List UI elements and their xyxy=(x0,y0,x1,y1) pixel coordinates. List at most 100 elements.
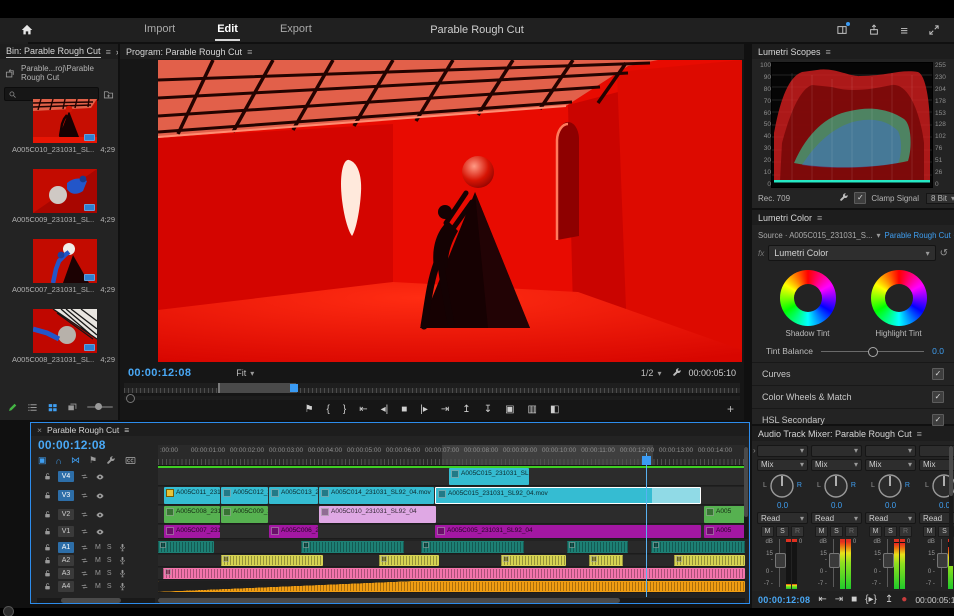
tint-balance-value[interactable]: 0.0 xyxy=(932,346,944,356)
edit-in-place-icon[interactable] xyxy=(7,402,18,413)
panel-overflow-icon[interactable]: » xyxy=(116,47,118,57)
voiceover-record-icon[interactable] xyxy=(118,543,127,552)
lock-icon[interactable] xyxy=(43,510,52,519)
source-patch-a2[interactable]: A2 xyxy=(58,555,74,566)
timeline-clip[interactable]: A005C010_231031_SL92_04 xyxy=(319,506,436,523)
program-tab[interactable]: Program: Parable Rough Cut xyxy=(126,47,242,57)
scope-settings-icon[interactable] xyxy=(839,193,849,203)
pan-value[interactable]: 0.0 xyxy=(757,501,808,510)
lock-icon[interactable] xyxy=(43,569,52,578)
solo-button[interactable]: S xyxy=(107,544,112,551)
mute-button[interactable]: M xyxy=(95,570,101,577)
timeline-clip[interactable]: A005C012_231 xyxy=(221,487,268,504)
program-timecode[interactable]: 00:00:12:08 xyxy=(128,367,191,379)
mixer-timecode[interactable]: 00:00:12:08 xyxy=(758,595,810,605)
home-button[interactable] xyxy=(20,23,34,37)
pan-value[interactable]: 0.0 xyxy=(865,501,916,510)
insert-button[interactable]: ▥ xyxy=(528,405,537,415)
source-patch-a3[interactable]: A3 xyxy=(58,568,74,579)
track-header-a1[interactable]: A1MS xyxy=(31,541,157,553)
list-view-button[interactable] xyxy=(27,402,38,413)
mute-button[interactable]: M xyxy=(869,526,882,537)
timeline-playhead[interactable] xyxy=(646,453,647,597)
volume-fader[interactable] xyxy=(883,539,892,587)
timeline-h-scrollbar[interactable] xyxy=(158,598,745,603)
sync-lock-icon[interactable] xyxy=(80,527,89,536)
in-out-range[interactable] xyxy=(218,383,296,393)
timeline-clip[interactable]: A005C011_2310 xyxy=(164,487,220,504)
track-header-a2[interactable]: A2MS xyxy=(31,555,157,566)
voiceover-record-icon[interactable] xyxy=(118,569,127,578)
audio-clip[interactable] xyxy=(674,555,745,566)
show-effects-sends-toggle[interactable]: › xyxy=(753,446,756,455)
menu-tab-edit[interactable]: Edit xyxy=(215,19,240,41)
timeline-clip[interactable]: A005C007_2310 xyxy=(164,525,220,538)
panel-menu-icon[interactable]: ≡ xyxy=(826,47,831,57)
mark-out-button[interactable]: } xyxy=(343,405,346,415)
go-to-in-button[interactable]: ⇤ xyxy=(818,595,826,605)
track-output-select[interactable]: Mix▾ xyxy=(865,459,916,471)
timeline-clip[interactable]: A005C009_231 xyxy=(221,506,268,523)
mute-button[interactable]: M xyxy=(761,526,774,537)
panel-menu-icon[interactable]: ≡ xyxy=(817,213,822,223)
audio-clip[interactable] xyxy=(301,541,404,553)
audio-clip[interactable] xyxy=(163,568,745,579)
section-enabled-checkbox[interactable]: ✓ xyxy=(932,391,944,403)
track-input-select[interactable]: ▾ xyxy=(757,445,808,457)
close-tab-icon[interactable]: × xyxy=(37,425,42,435)
bin-tab[interactable]: Bin: Parable Rough Cut xyxy=(6,46,101,58)
lock-icon[interactable] xyxy=(43,527,52,536)
record-arm-button[interactable]: R xyxy=(845,526,858,537)
lock-icon[interactable] xyxy=(43,556,52,565)
zoom-level-select[interactable]: Fit▾ xyxy=(231,367,259,379)
pan-knob[interactable]: LR xyxy=(757,473,808,500)
mixer-tab[interactable]: Audio Track Mixer: Parable Rough Cut xyxy=(758,429,912,439)
menu-tab-export[interactable]: Export xyxy=(278,19,314,41)
button-editor-plus[interactable]: + xyxy=(727,402,734,416)
track-header-v4[interactable]: V4 xyxy=(31,468,157,485)
mixer-scrollbar[interactable] xyxy=(949,446,953,566)
voiceover-record-icon[interactable] xyxy=(118,556,127,565)
track-header-a4[interactable]: A4MS xyxy=(31,581,157,592)
hover-scrub-button[interactable] xyxy=(67,402,78,413)
track-input-select[interactable]: ▾ xyxy=(865,445,916,457)
audio-clip[interactable] xyxy=(421,541,524,553)
program-video-frame[interactable] xyxy=(158,60,742,362)
panel-menu-icon[interactable]: ≡ xyxy=(917,429,922,439)
mute-button[interactable]: M xyxy=(95,583,101,590)
solo-button[interactable]: S xyxy=(107,583,112,590)
source-patch-v4[interactable]: V4 xyxy=(58,471,74,482)
sync-lock-icon[interactable] xyxy=(80,582,89,591)
sync-lock-icon[interactable] xyxy=(80,556,89,565)
menu-tab-import[interactable]: Import xyxy=(142,19,177,41)
solo-button[interactable]: S xyxy=(776,526,789,537)
source-clip-label[interactable]: Source · A005C015_231031_S... xyxy=(758,231,872,240)
track-output-select[interactable]: Mix▾ xyxy=(811,459,862,471)
scopes-tab[interactable]: Lumetri Scopes xyxy=(758,47,821,57)
timeline-clip[interactable]: A005 xyxy=(704,506,745,523)
timeline-track-area[interactable]: :00:0000:00:01:0000:00:02:0000:00:03:000… xyxy=(158,445,745,597)
track-header-v3[interactable]: V3 xyxy=(31,487,157,504)
audio-clip[interactable] xyxy=(567,541,628,553)
quick-export-button[interactable] xyxy=(868,24,880,36)
mute-button[interactable]: M xyxy=(923,526,936,537)
voiceover-record-icon[interactable] xyxy=(118,582,127,591)
playback-resolution-select[interactable]: 1/2▾ xyxy=(636,367,667,379)
timeline-clip[interactable]: A005C006_23 xyxy=(269,525,318,538)
timeline-v-scrollbar[interactable] xyxy=(744,447,748,539)
sync-lock-icon[interactable] xyxy=(80,569,89,578)
timeline-clip[interactable]: A005C008_2310 xyxy=(164,506,220,523)
pan-value[interactable]: 0.0 xyxy=(811,501,862,510)
automation-mode-select[interactable]: Read▾ xyxy=(811,512,862,524)
shadow-tint-wheel[interactable] xyxy=(780,270,836,326)
pan-knob[interactable]: LR xyxy=(811,473,862,500)
clip-thumbnail[interactable] xyxy=(33,239,97,283)
audio-clip[interactable] xyxy=(158,541,214,553)
track-header-v2[interactable]: V2 xyxy=(31,506,157,523)
toggle-track-output-icon[interactable] xyxy=(95,472,105,482)
mute-button[interactable]: M xyxy=(815,526,828,537)
navigate-up-icon[interactable] xyxy=(5,68,16,79)
go-to-in-button[interactable]: ⇤ xyxy=(359,405,367,415)
clamp-signal-checkbox[interactable]: ✓ xyxy=(854,192,866,204)
play-stop-button[interactable]: ■ xyxy=(401,405,407,415)
